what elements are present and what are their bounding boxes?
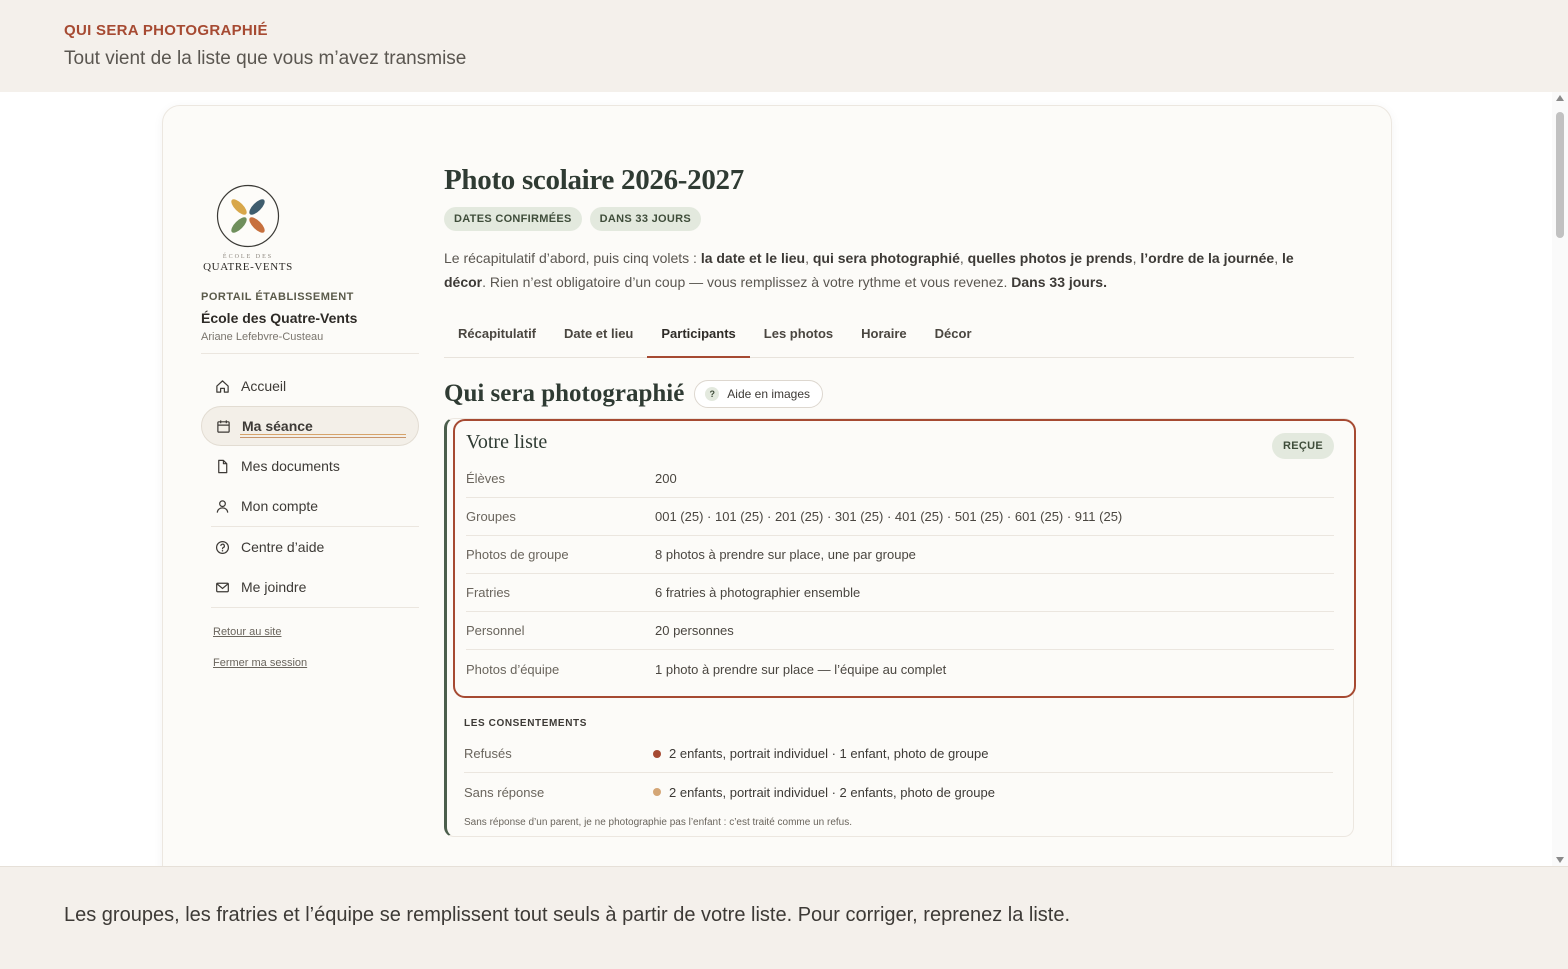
tab-les-photos[interactable]: Les photos: [750, 316, 847, 358]
user-name: Ariane Lefebvre-Custeau: [201, 331, 324, 343]
tab-participants[interactable]: Participants: [647, 316, 750, 358]
nav-label: Me joindre: [241, 579, 307, 595]
list-row: Photos d’équipe 1 photo à prendre sur pla…: [466, 661, 947, 677]
calendar-icon: [217, 419, 230, 433]
nav-label: Centre d’aide: [241, 539, 325, 555]
scroll-down-icon[interactable]: [1556, 857, 1564, 863]
nav-label: Accueil: [241, 378, 287, 394]
nav-item-centre-aide[interactable]: Centre d’aide: [201, 527, 419, 567]
question-icon: ?: [705, 387, 720, 401]
help-button-label: Aide en images: [727, 387, 811, 401]
tab-date-et-lieu[interactable]: Date et lieu: [550, 316, 647, 358]
banner-kicker: QUI SERA PHOTOGRAPHIÉ: [64, 22, 268, 39]
help-circle-icon: [215, 540, 230, 554]
logo-text-big: QUATRE-VENTS: [203, 261, 293, 273]
logo-text-small: ÉCOLE DES: [222, 254, 274, 260]
nav-item-mes-documents[interactable]: Mes documents: [201, 446, 419, 486]
status-badges: DATES CONFIRMÉES DANS 33 JOURS: [444, 207, 1354, 231]
tab-horaire[interactable]: Horaire: [847, 316, 921, 358]
link-fermer-session[interactable]: Fermer ma session: [213, 657, 419, 669]
divider: [201, 353, 419, 354]
consent-row-refuses: Refusés 2 enfants, portrait individuel ·…: [464, 735, 1333, 773]
nav-item-me-joindre[interactable]: Me joindre: [201, 567, 419, 607]
nav-item-mon-compte[interactable]: Mon compte: [201, 486, 419, 526]
school-logo: ÉCOLE DES QUATRE-VENTS: [203, 184, 293, 273]
sidebar: ÉCOLE DES QUATRE-VENTS PORTAIL ÉTABLISSE…: [201, 184, 419, 688]
nav-divider: [211, 607, 419, 608]
link-retour-au-site[interactable]: Retour au site: [213, 626, 419, 638]
scrollbar-thumb[interactable]: [1556, 112, 1564, 238]
list-title: Votre liste: [466, 431, 548, 453]
top-banner: QUI SERA PHOTOGRAPHIÉ Tout vient de la l…: [0, 0, 1568, 92]
status-badge-dates: DATES CONFIRMÉES: [444, 207, 582, 231]
portal-card: ÉCOLE DES QUATRE-VENTS PORTAIL ÉTABLISSE…: [162, 105, 1392, 866]
main-content: Photo scolaire 2026-2027 DATES CONFIRMÉE…: [444, 164, 1356, 837]
active-underline: [240, 434, 406, 438]
browser-viewport: ÉCOLE DES QUATRE-VENTS PORTAIL ÉTABLISSE…: [0, 92, 1568, 866]
participants-panel: Votre liste REÇUE Élèves 200 Groupes 001 (…: [444, 418, 1356, 837]
consents-section: LES CONSENTEMENTS Refusés 2 enfants, por…: [447, 698, 1353, 828]
home-icon: [216, 379, 229, 393]
tab-decor[interactable]: Décor: [921, 316, 986, 358]
help-images-button[interactable]: ? Aide en images: [694, 380, 824, 408]
section-header: Qui sera photographié ? Aide en images: [444, 380, 1354, 408]
sidebar-nav: Accueil Ma séance Mes documents Mon comp…: [201, 366, 419, 608]
nav-label: Mon compte: [241, 498, 319, 514]
list-row: Personnel 20 personnes: [466, 612, 1334, 650]
section-title: Qui sera photographié: [444, 380, 685, 407]
scroll-up-icon[interactable]: [1556, 95, 1564, 101]
list-row: Fratries 6 fratries à photographier ensem…: [466, 574, 1334, 612]
portal-label: PORTAIL ÉTABLISSEMENT: [201, 291, 354, 303]
tab-bar: Récapitulatif Date et lieu Participants …: [444, 316, 1354, 358]
consents-note: Sans réponse d’un parent, je ne photogra…: [464, 817, 853, 828]
list-summary-box: Votre liste REÇUE Élèves 200 Groupes 001 (…: [453, 419, 1356, 698]
consents-kicker: LES CONSENTEMENTS: [464, 718, 587, 729]
pinwheel-logo-icon: [216, 184, 280, 248]
status-badge-recue: REÇUE: [1271, 433, 1334, 459]
document-icon: [218, 459, 228, 473]
nav-item-ma-seance[interactable]: Ma séance: [201, 406, 419, 446]
nav-item-accueil[interactable]: Accueil: [201, 366, 419, 406]
page-title: Photo scolaire 2026-2027: [444, 164, 744, 196]
consent-row-sans-reponse: Sans réponse 2 enfants, portrait individ…: [464, 784, 995, 800]
list-row: Photos de groupe 8 photos à prendre sur p…: [466, 536, 1334, 574]
tab-recapitulatif[interactable]: Récapitulatif: [444, 316, 550, 358]
mail-icon: [216, 582, 229, 592]
status-dot-no-answer: [653, 788, 661, 796]
nav-label: Ma séance: [242, 418, 313, 434]
user-icon: [216, 499, 229, 513]
sidebar-links: Retour au site Fermer ma session: [201, 626, 419, 669]
intro-text: Le récapitulatif d’abord, puis cinq vole…: [444, 250, 1294, 290]
nav-label: Mes documents: [241, 458, 340, 474]
status-dot-refused: [653, 749, 661, 758]
banner-subtitle: Tout vient de la liste que vous m’avez t…: [64, 48, 467, 69]
scrollbar[interactable]: [1552, 92, 1568, 866]
status-badge-countdown: DANS 33 JOURS: [589, 207, 701, 231]
list-row: Élèves 200: [466, 460, 1334, 498]
list-row: Groupes 001 (25) · 101 (25) · 201 (25) · …: [466, 498, 1334, 536]
bottom-banner: Les groupes, les fratries et l’équipe se…: [0, 866, 1568, 969]
school-name: École des Quatre-Vents: [201, 310, 358, 326]
